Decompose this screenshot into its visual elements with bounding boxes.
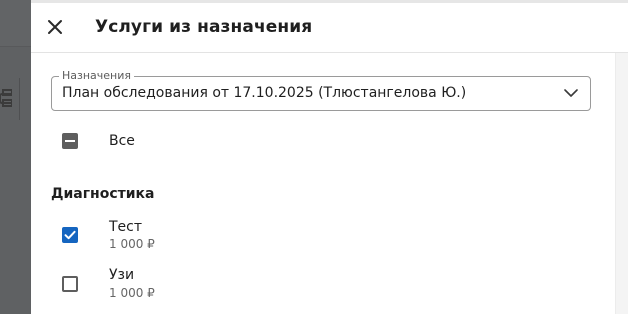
close-icon[interactable] (45, 17, 65, 37)
service-name: Тест (109, 219, 143, 235)
service-price: 1 000 ₽ (109, 286, 155, 300)
assignment-select-legend: Назначения (59, 69, 135, 83)
service-price: 1 000 ₽ (109, 237, 155, 251)
service-checkbox-test[interactable] (62, 227, 78, 243)
service-checkbox-uzi[interactable] (62, 276, 78, 292)
drawer-header: Услуги из назначения (31, 3, 628, 53)
scrollbar[interactable] (615, 53, 628, 314)
checkmark-icon (64, 230, 76, 240)
assignment-select-value: План обследования от 17.10.2025 (Тлюстан… (62, 85, 467, 101)
drawer-title: Услуги из назначения (95, 17, 313, 37)
services-drawer: Услуги из назначения Назначения План обс… (31, 0, 628, 314)
service-name: Узи (109, 267, 135, 283)
backdrop-divider (19, 78, 20, 120)
backdrop-toolbar (0, 0, 31, 47)
chevron-down-icon[interactable] (564, 88, 578, 98)
overlay-backdrop[interactable] (0, 0, 31, 314)
close-button[interactable] (45, 17, 65, 37)
select-all-label: Все (109, 133, 135, 149)
assignment-select[interactable]: Назначения План обследования от 17.10.20… (51, 69, 591, 111)
select-all-checkbox[interactable] (62, 133, 78, 149)
section-title-diagnostics: Диагностика (51, 186, 155, 202)
printer-icon (0, 88, 12, 110)
